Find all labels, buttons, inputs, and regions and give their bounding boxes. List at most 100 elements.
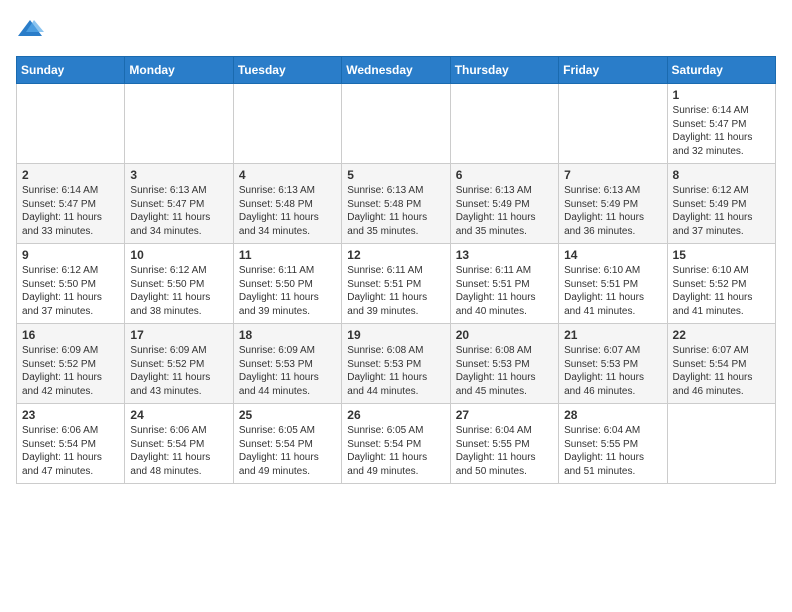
day-number: 10 xyxy=(130,248,227,262)
cell-info: Sunrise: 6:13 AM Sunset: 5:48 PM Dayligh… xyxy=(347,184,444,238)
cell-info: Sunrise: 6:07 AM Sunset: 5:53 PM Dayligh… xyxy=(564,344,661,398)
cell-info: Sunrise: 6:09 AM Sunset: 5:53 PM Dayligh… xyxy=(239,344,336,398)
calendar-cell: 9 Sunrise: 6:12 AM Sunset: 5:50 PM Daylig… xyxy=(17,244,125,324)
calendar-cell: 16 Sunrise: 6:09 AM Sunset: 5:52 PM Dayli… xyxy=(17,324,125,404)
calendar-cell: 5 Sunrise: 6:13 AM Sunset: 5:48 PM Daylig… xyxy=(342,164,450,244)
page-header xyxy=(16,16,776,44)
cell-info: Sunrise: 6:06 AM Sunset: 5:54 PM Dayligh… xyxy=(130,424,227,478)
day-number: 13 xyxy=(456,248,553,262)
day-number: 12 xyxy=(347,248,444,262)
day-number: 6 xyxy=(456,168,553,182)
day-number: 15 xyxy=(673,248,770,262)
cell-info: Sunrise: 6:13 AM Sunset: 5:47 PM Dayligh… xyxy=(130,184,227,238)
calendar-cell: 27 Sunrise: 6:04 AM Sunset: 5:55 PM Dayli… xyxy=(450,404,558,484)
cell-info: Sunrise: 6:14 AM Sunset: 5:47 PM Dayligh… xyxy=(673,104,770,158)
cell-info: Sunrise: 6:09 AM Sunset: 5:52 PM Dayligh… xyxy=(130,344,227,398)
calendar-cell: 19 Sunrise: 6:08 AM Sunset: 5:53 PM Dayli… xyxy=(342,324,450,404)
cell-info: Sunrise: 6:05 AM Sunset: 5:54 PM Dayligh… xyxy=(347,424,444,478)
cell-info: Sunrise: 6:13 AM Sunset: 5:48 PM Dayligh… xyxy=(239,184,336,238)
calendar-cell xyxy=(559,84,667,164)
day-number: 4 xyxy=(239,168,336,182)
cell-info: Sunrise: 6:10 AM Sunset: 5:51 PM Dayligh… xyxy=(564,264,661,318)
cell-info: Sunrise: 6:05 AM Sunset: 5:54 PM Dayligh… xyxy=(239,424,336,478)
calendar-cell xyxy=(342,84,450,164)
column-header-sunday: Sunday xyxy=(17,57,125,84)
day-number: 28 xyxy=(564,408,661,422)
calendar-cell: 3Sunrise: 6:13 AM Sunset: 5:47 PM Daylig… xyxy=(125,164,233,244)
column-header-wednesday: Wednesday xyxy=(342,57,450,84)
calendar-table: SundayMondayTuesdayWednesdayThursdayFrid… xyxy=(16,56,776,484)
cell-info: Sunrise: 6:04 AM Sunset: 5:55 PM Dayligh… xyxy=(456,424,553,478)
day-number: 8 xyxy=(673,168,770,182)
calendar-week-row: 1 Sunrise: 6:14 AM Sunset: 5:47 PM Daylig… xyxy=(17,84,776,164)
calendar-cell: 23 Sunrise: 6:06 AM Sunset: 5:54 PM Dayli… xyxy=(17,404,125,484)
day-number: 21 xyxy=(564,328,661,342)
calendar-cell: 12 Sunrise: 6:11 AM Sunset: 5:51 PM Dayli… xyxy=(342,244,450,324)
calendar-cell: 20 Sunrise: 6:08 AM Sunset: 5:53 PM Dayli… xyxy=(450,324,558,404)
calendar-cell: 22 Sunrise: 6:07 AM Sunset: 5:54 PM Dayli… xyxy=(667,324,775,404)
cell-info: Sunrise: 6:08 AM Sunset: 5:53 PM Dayligh… xyxy=(456,344,553,398)
calendar-cell: 24 Sunrise: 6:06 AM Sunset: 5:54 PM Dayli… xyxy=(125,404,233,484)
day-number: 1 xyxy=(673,88,770,102)
calendar-cell: 8 Sunrise: 6:12 AM Sunset: 5:49 PM Daylig… xyxy=(667,164,775,244)
cell-info: Sunrise: 6:11 AM Sunset: 5:51 PM Dayligh… xyxy=(347,264,444,318)
calendar-cell xyxy=(233,84,341,164)
day-number: 7 xyxy=(564,168,661,182)
cell-info: Sunrise: 6:08 AM Sunset: 5:53 PM Dayligh… xyxy=(347,344,444,398)
day-number: 2 xyxy=(22,168,119,182)
day-number: 25 xyxy=(239,408,336,422)
cell-info: Sunrise: 6:11 AM Sunset: 5:50 PM Dayligh… xyxy=(239,264,336,318)
day-number: 16 xyxy=(22,328,119,342)
calendar-cell: 15Sunrise: 6:10 AM Sunset: 5:52 PM Dayli… xyxy=(667,244,775,324)
calendar-cell xyxy=(667,404,775,484)
day-number: 17 xyxy=(130,328,227,342)
column-header-monday: Monday xyxy=(125,57,233,84)
cell-info: Sunrise: 6:06 AM Sunset: 5:54 PM Dayligh… xyxy=(22,424,119,478)
calendar-week-row: 23 Sunrise: 6:06 AM Sunset: 5:54 PM Dayli… xyxy=(17,404,776,484)
day-number: 11 xyxy=(239,248,336,262)
column-header-thursday: Thursday xyxy=(450,57,558,84)
day-number: 24 xyxy=(130,408,227,422)
calendar-cell: 26 Sunrise: 6:05 AM Sunset: 5:54 PM Dayli… xyxy=(342,404,450,484)
calendar-cell: 21 Sunrise: 6:07 AM Sunset: 5:53 PM Dayli… xyxy=(559,324,667,404)
calendar-cell: 14 Sunrise: 6:10 AM Sunset: 5:51 PM Dayli… xyxy=(559,244,667,324)
day-number: 19 xyxy=(347,328,444,342)
cell-info: Sunrise: 6:12 AM Sunset: 5:50 PM Dayligh… xyxy=(22,264,119,318)
day-number: 20 xyxy=(456,328,553,342)
calendar-week-row: 9 Sunrise: 6:12 AM Sunset: 5:50 PM Daylig… xyxy=(17,244,776,324)
calendar-header-row: SundayMondayTuesdayWednesdayThursdayFrid… xyxy=(17,57,776,84)
logo xyxy=(16,16,48,44)
day-number: 5 xyxy=(347,168,444,182)
calendar-cell: 2Sunrise: 6:14 AM Sunset: 5:47 PM Daylig… xyxy=(17,164,125,244)
calendar-cell: 13 Sunrise: 6:11 AM Sunset: 5:51 PM Dayli… xyxy=(450,244,558,324)
calendar-cell: 28 Sunrise: 6:04 AM Sunset: 5:55 PM Dayli… xyxy=(559,404,667,484)
cell-info: Sunrise: 6:12 AM Sunset: 5:50 PM Dayligh… xyxy=(130,264,227,318)
calendar-week-row: 2Sunrise: 6:14 AM Sunset: 5:47 PM Daylig… xyxy=(17,164,776,244)
cell-info: Sunrise: 6:07 AM Sunset: 5:54 PM Dayligh… xyxy=(673,344,770,398)
calendar-cell xyxy=(125,84,233,164)
day-number: 14 xyxy=(564,248,661,262)
calendar-cell: 17 Sunrise: 6:09 AM Sunset: 5:52 PM Dayli… xyxy=(125,324,233,404)
column-header-friday: Friday xyxy=(559,57,667,84)
cell-info: Sunrise: 6:11 AM Sunset: 5:51 PM Dayligh… xyxy=(456,264,553,318)
cell-info: Sunrise: 6:13 AM Sunset: 5:49 PM Dayligh… xyxy=(456,184,553,238)
logo-icon xyxy=(16,16,44,44)
calendar-week-row: 16 Sunrise: 6:09 AM Sunset: 5:52 PM Dayli… xyxy=(17,324,776,404)
day-number: 23 xyxy=(22,408,119,422)
calendar-cell: 11 Sunrise: 6:11 AM Sunset: 5:50 PM Dayli… xyxy=(233,244,341,324)
calendar-cell: 25 Sunrise: 6:05 AM Sunset: 5:54 PM Dayli… xyxy=(233,404,341,484)
column-header-saturday: Saturday xyxy=(667,57,775,84)
day-number: 9 xyxy=(22,248,119,262)
day-number: 26 xyxy=(347,408,444,422)
day-number: 27 xyxy=(456,408,553,422)
cell-info: Sunrise: 6:09 AM Sunset: 5:52 PM Dayligh… xyxy=(22,344,119,398)
day-number: 22 xyxy=(673,328,770,342)
cell-info: Sunrise: 6:04 AM Sunset: 5:55 PM Dayligh… xyxy=(564,424,661,478)
calendar-cell: 4 Sunrise: 6:13 AM Sunset: 5:48 PM Daylig… xyxy=(233,164,341,244)
calendar-cell: 6 Sunrise: 6:13 AM Sunset: 5:49 PM Daylig… xyxy=(450,164,558,244)
day-number: 18 xyxy=(239,328,336,342)
column-header-tuesday: Tuesday xyxy=(233,57,341,84)
calendar-cell: 18 Sunrise: 6:09 AM Sunset: 5:53 PM Dayli… xyxy=(233,324,341,404)
cell-info: Sunrise: 6:12 AM Sunset: 5:49 PM Dayligh… xyxy=(673,184,770,238)
calendar-cell: 10 Sunrise: 6:12 AM Sunset: 5:50 PM Dayli… xyxy=(125,244,233,324)
